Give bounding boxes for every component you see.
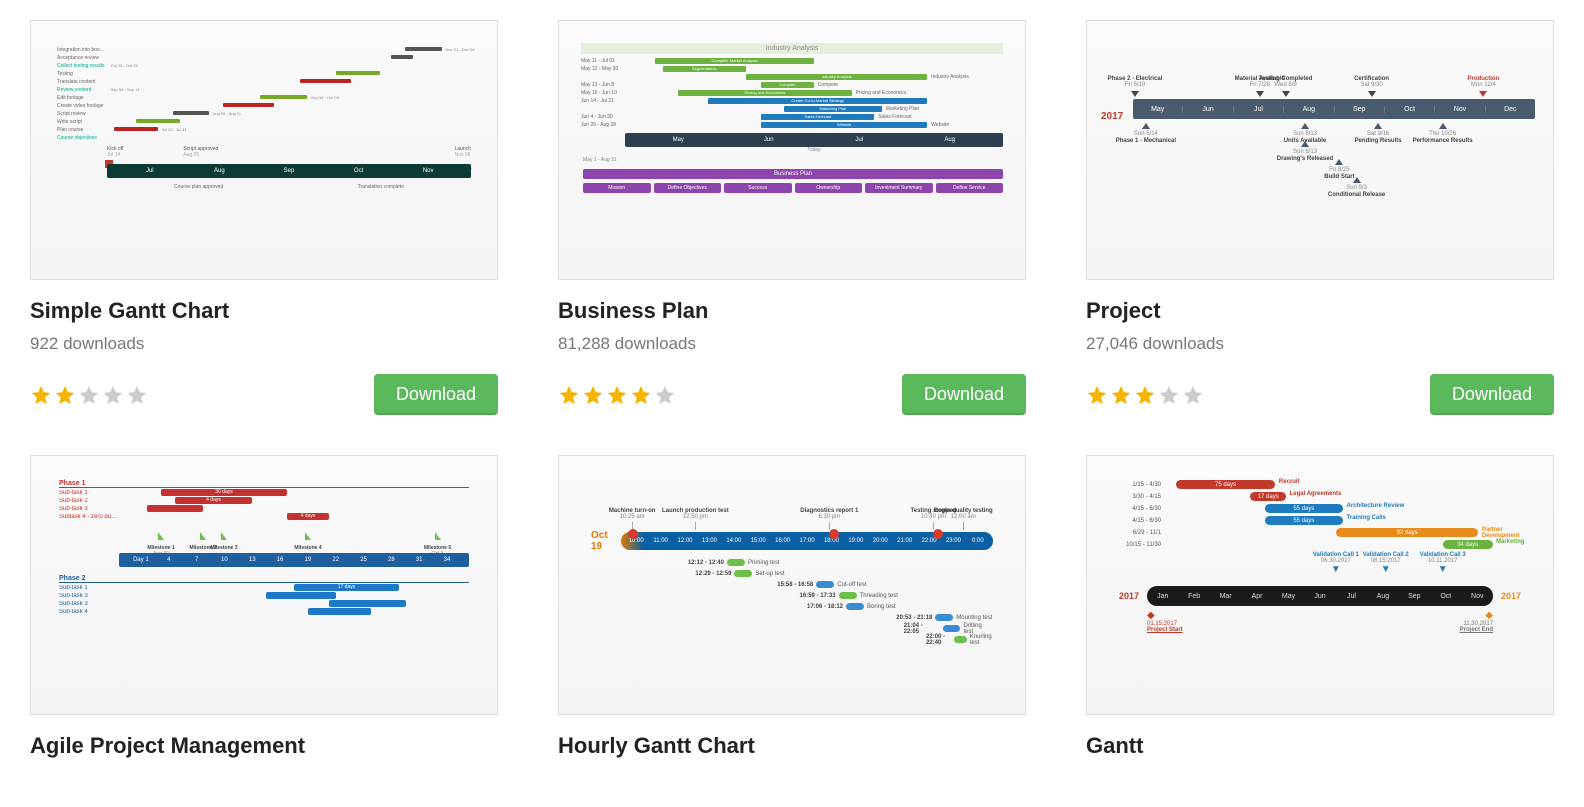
template-thumbnail[interactable]: 2017Material AvailableFri 7/28Phase 2 - … xyxy=(1086,20,1554,280)
star-icon xyxy=(126,384,148,406)
template-title: Hourly Gantt Chart xyxy=(558,733,1026,759)
template-card: Machine turn-on10:25 amLaunch production… xyxy=(558,455,1026,759)
star-icon xyxy=(1086,384,1108,406)
template-title: Project xyxy=(1086,298,1554,324)
download-button[interactable]: Download xyxy=(1430,374,1554,415)
template-title: Agile Project Management xyxy=(30,733,498,759)
star-icon xyxy=(1134,384,1156,406)
star-icon xyxy=(558,384,580,406)
card-footer: Download xyxy=(1086,374,1554,415)
star-icon xyxy=(1110,384,1132,406)
template-title: Gantt xyxy=(1086,733,1554,759)
star-icon xyxy=(654,384,676,406)
star-icon xyxy=(102,384,124,406)
template-grid: Integration into booking systemNov 21 - … xyxy=(30,20,1554,759)
rating-stars xyxy=(1086,384,1204,406)
star-icon xyxy=(630,384,652,406)
template-thumbnail[interactable]: Machine turn-on10:25 amLaunch production… xyxy=(558,455,1026,715)
template-title: Business Plan xyxy=(558,298,1026,324)
download-button[interactable]: Download xyxy=(902,374,1026,415)
template-card: 1/15 - 4/3075 daysRecruit3/30 - 4/1517 d… xyxy=(1086,455,1554,759)
card-footer: Download xyxy=(30,374,498,415)
downloads-count: 81,288 downloads xyxy=(558,334,1026,354)
template-thumbnail[interactable]: Phase 1Sub-task 130 daysSub-task 24 days… xyxy=(30,455,498,715)
template-card: 2017Material AvailableFri 7/28Phase 2 - … xyxy=(1086,20,1554,415)
template-title: Simple Gantt Chart xyxy=(30,298,498,324)
star-icon xyxy=(30,384,52,406)
card-footer: Download xyxy=(558,374,1026,415)
template-thumbnail[interactable]: 1/15 - 4/3075 daysRecruit3/30 - 4/1517 d… xyxy=(1086,455,1554,715)
downloads-count: 922 downloads xyxy=(30,334,498,354)
template-card: Integration into booking systemNov 21 - … xyxy=(30,20,498,415)
star-icon xyxy=(1158,384,1180,406)
download-button[interactable]: Download xyxy=(374,374,498,415)
rating-stars xyxy=(558,384,676,406)
star-icon xyxy=(54,384,76,406)
template-card: Industry AnalysisMay 11 - Jul 01Complete… xyxy=(558,20,1026,415)
star-icon xyxy=(582,384,604,406)
star-icon xyxy=(1182,384,1204,406)
star-icon xyxy=(78,384,100,406)
template-thumbnail[interactable]: Industry AnalysisMay 11 - Jul 01Complete… xyxy=(558,20,1026,280)
template-thumbnail[interactable]: Integration into booking systemNov 21 - … xyxy=(30,20,498,280)
star-icon xyxy=(606,384,628,406)
downloads-count: 27,046 downloads xyxy=(1086,334,1554,354)
template-card: Phase 1Sub-task 130 daysSub-task 24 days… xyxy=(30,455,498,759)
rating-stars xyxy=(30,384,148,406)
